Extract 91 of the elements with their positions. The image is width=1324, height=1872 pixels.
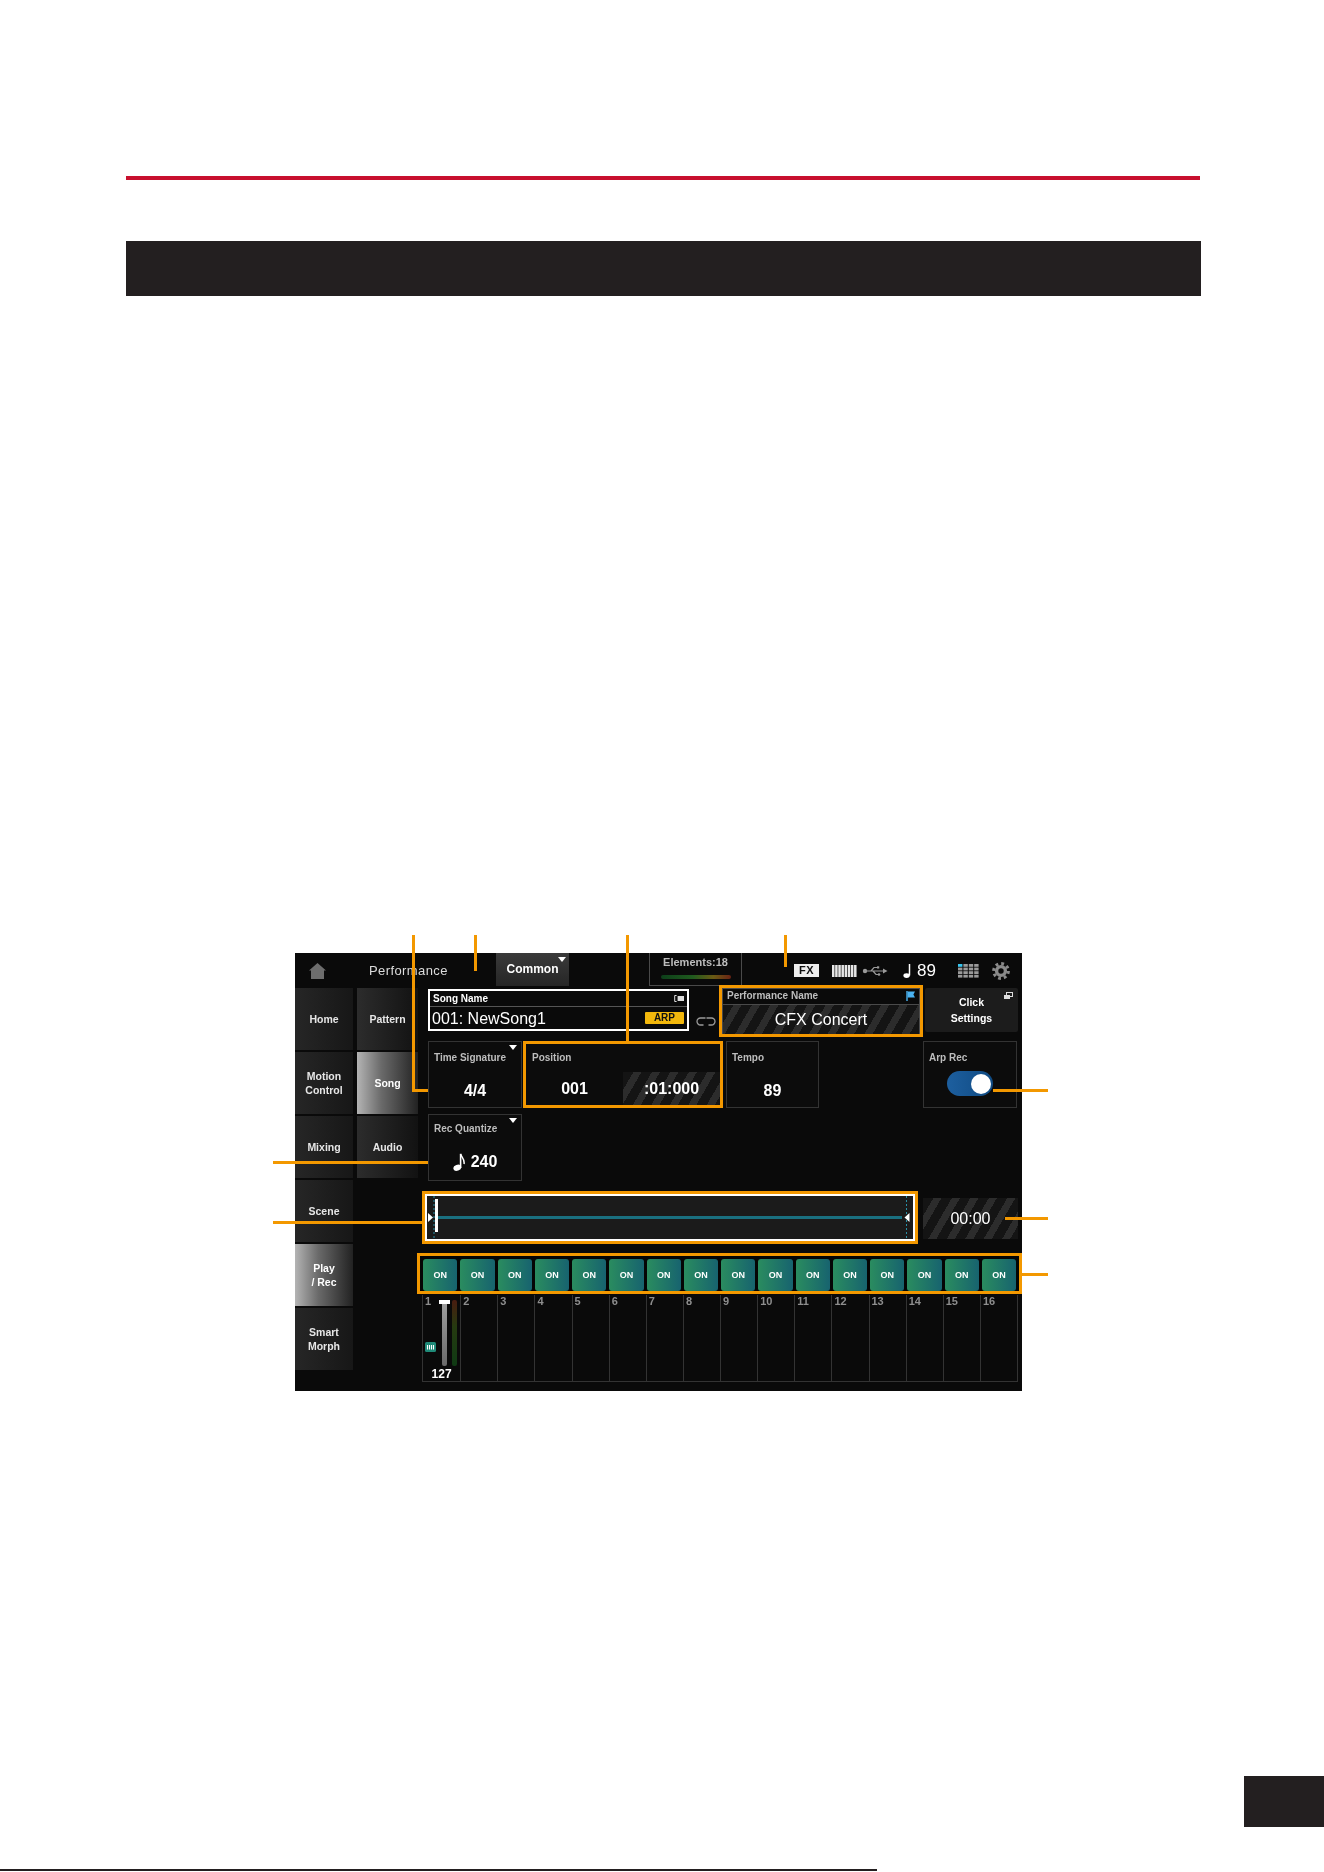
volume-value: 127 [430, 1368, 453, 1381]
part-number: 3 [500, 1295, 508, 1308]
field-value: 001: NewSong1 [432, 1008, 546, 1028]
volume-fader[interactable] [442, 1300, 447, 1366]
usb-icon [862, 965, 888, 976]
field-label: Song Name [433, 992, 488, 1005]
tempo-field[interactable]: Tempo 89 [726, 1041, 819, 1108]
arp-badge: ARP [644, 1012, 684, 1024]
part-selector-dropdown[interactable]: Common [496, 953, 569, 986]
tempo-readout: 89 [917, 960, 937, 981]
beat-clock-value: :01:000 [623, 1072, 720, 1105]
part-number: 16 [982, 1295, 997, 1308]
part-number: 9 [723, 1295, 731, 1308]
elapsed-time: 00:00 [923, 1198, 1018, 1239]
part-number: 15 [945, 1295, 959, 1308]
song-name-field[interactable]: Song Name 001: NewSong1 ARP [428, 989, 689, 1031]
part-on-button[interactable]: ON [758, 1259, 793, 1291]
quarter-note-icon [903, 963, 911, 978]
part-number: 10 [760, 1295, 774, 1308]
end-marker-icon [902, 1196, 910, 1239]
part-number: 2 [463, 1295, 471, 1308]
link-icon[interactable] [696, 1017, 716, 1026]
part-number: 11 [797, 1295, 810, 1308]
field-value: 4/4 [462, 1082, 488, 1100]
part-number: 1 [425, 1295, 433, 1308]
sub-tab[interactable]: Pattern [357, 988, 418, 1050]
field-label: Performance Name [727, 990, 819, 1002]
part-on-button[interactable]: ON [907, 1259, 942, 1291]
part-on-button[interactable]: ON [981, 1259, 1016, 1291]
click-settings-button[interactable]: Click Settings [925, 988, 1018, 1032]
grid-icon[interactable] [958, 963, 979, 978]
arp-rec-toggle[interactable] [947, 1071, 993, 1096]
field-value: 89 [762, 1082, 783, 1100]
part-number: 13 [871, 1295, 885, 1308]
part-on-button[interactable]: ON [534, 1259, 569, 1291]
part-on-button[interactable]: ON [497, 1259, 532, 1291]
measure-value: 001 [560, 1079, 589, 1099]
performance-name-field[interactable]: Performance Name CFX Concert [719, 985, 923, 1037]
part-number: 8 [685, 1295, 693, 1308]
settings-icon[interactable] [992, 961, 1010, 980]
sidebar-tab[interactable]: Smart Morph [295, 1308, 353, 1370]
field-label: Arp Rec [929, 1052, 969, 1064]
caret-icon [509, 1045, 517, 1050]
sub-tab[interactable]: Audio [357, 1116, 418, 1178]
elements-count: Elements:18 [663, 956, 728, 969]
part-on-button[interactable]: ON [460, 1259, 495, 1291]
sidebar-tab[interactable]: Scene [295, 1180, 353, 1242]
part-number: 6 [611, 1295, 619, 1308]
sidebar-tab[interactable]: Mixing [295, 1116, 353, 1178]
part-number: 5 [574, 1295, 582, 1308]
field-label: Position [531, 1051, 573, 1064]
toggle-knob [971, 1073, 991, 1094]
overlapping-windows-icon [1004, 992, 1013, 999]
part-on-button[interactable]: ON [423, 1259, 458, 1291]
part-on-button[interactable]: ON [646, 1259, 681, 1291]
flag-icon [906, 991, 915, 1001]
part-on-button[interactable]: ON [572, 1259, 607, 1291]
caret-icon [558, 957, 566, 962]
bracket-icon [674, 995, 684, 1002]
part-on-button[interactable]: ON [795, 1259, 830, 1291]
sidebar-tab[interactable]: Home [295, 988, 353, 1050]
part-on-button[interactable]: ON [609, 1259, 644, 1291]
level-meter [452, 1300, 457, 1366]
field-value: CFX Concert [723, 1005, 919, 1034]
part-on-button[interactable]: ON [944, 1259, 979, 1291]
field-label: Tempo [732, 1052, 766, 1064]
rec-quantize-field[interactable]: Rec Quantize 240 [428, 1114, 522, 1181]
sidebar-tab[interactable]: Motion Control [295, 1052, 353, 1114]
part-on-button[interactable]: ON [683, 1259, 718, 1291]
home-icon[interactable] [309, 962, 326, 979]
part-number: 14 [908, 1295, 922, 1308]
eighth-note-icon [452, 1153, 465, 1171]
usage-meter [660, 975, 731, 979]
caret-icon [509, 1118, 517, 1123]
field-label: Time Signature [434, 1052, 508, 1064]
part-number: 4 [537, 1295, 545, 1308]
field-value: 240 [470, 1153, 498, 1171]
position-field[interactable]: Position 001 :01:000 [523, 1041, 723, 1108]
part-on-button[interactable]: ON [870, 1259, 905, 1291]
time-signature-field[interactable]: Time Signature 4/4 [428, 1041, 522, 1108]
part-on-button[interactable]: ON [832, 1259, 867, 1291]
part-on-button[interactable]: ON [721, 1259, 756, 1291]
sidebar-tab[interactable]: Play / Rec [295, 1244, 353, 1306]
sub-tab[interactable]: Song [357, 1052, 418, 1114]
field-label: Rec Quantize [434, 1123, 499, 1135]
keyboard-icon [425, 1342, 436, 1352]
fx-badge[interactable]: FX [794, 964, 819, 977]
keyboard-icon[interactable] [832, 964, 857, 977]
start-marker-icon [427, 1196, 435, 1239]
part-number: 7 [648, 1295, 656, 1308]
part-number: 12 [834, 1295, 848, 1308]
